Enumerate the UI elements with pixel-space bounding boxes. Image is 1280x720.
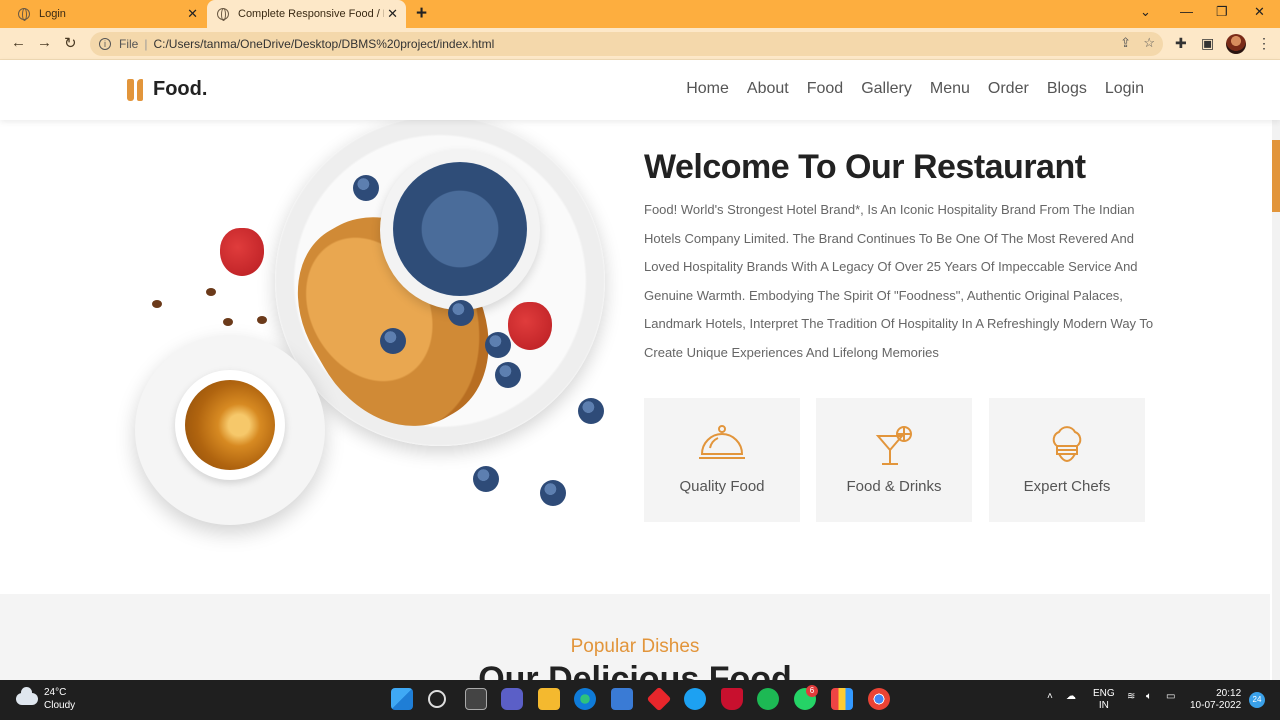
tab-search-icon[interactable]: ⌄: [1140, 4, 1151, 20]
lang-code: ENG: [1093, 688, 1115, 699]
language-indicator[interactable]: ENG IN: [1093, 688, 1115, 712]
weather-desc: Cloudy: [44, 700, 76, 711]
nav-menu[interactable]: Menu: [930, 80, 970, 98]
onedrive-icon[interactable]: ☁: [1066, 691, 1076, 702]
share-icon[interactable]: ⇪: [1120, 35, 1131, 51]
search-icon[interactable]: [428, 690, 446, 708]
spotify-icon[interactable]: [757, 688, 779, 710]
info-icon[interactable]: i: [99, 38, 111, 50]
weather-temp: 24°C: [44, 687, 67, 698]
window-close-button[interactable]: ✕: [1254, 4, 1265, 20]
feature-expert-chefs[interactable]: Expert Chefs: [989, 398, 1145, 522]
windows-start-icon[interactable]: [391, 688, 413, 710]
weather-widget[interactable]: 24°C Cloudy: [16, 686, 75, 712]
date: 10-07-2022: [1190, 700, 1242, 711]
minimize-button[interactable]: —: [1180, 4, 1193, 19]
close-icon[interactable]: ✕: [387, 6, 398, 22]
close-icon[interactable]: ✕: [187, 6, 198, 22]
nav-about[interactable]: About: [747, 80, 789, 98]
scheme-label: File: [119, 37, 139, 51]
feature-quality-food[interactable]: Quality Food: [644, 398, 800, 522]
site-header: Food. Home About Food Gallery Menu Order…: [0, 60, 1280, 120]
time: 20:12: [1216, 688, 1242, 699]
chrome-icon[interactable]: [868, 688, 890, 710]
tab-title: Login: [39, 8, 66, 20]
extensions-icon[interactable]: ✚: [1175, 35, 1187, 52]
section-subtitle: Popular Dishes: [570, 636, 700, 657]
app-icon[interactable]: [684, 688, 706, 710]
address-bar[interactable]: i File | C:/Users/tanma/OneDrive/Desktop…: [90, 32, 1163, 56]
volume-icon[interactable]: 🔈︎: [1146, 691, 1152, 702]
globe-icon: [18, 8, 30, 21]
winrar-icon[interactable]: [831, 688, 853, 710]
site-logo[interactable]: Food.: [127, 78, 207, 101]
tab-title: Complete Responsive Food / Res: [238, 8, 384, 20]
divider: |: [144, 37, 148, 51]
feature-label: Expert Chefs: [1023, 478, 1111, 495]
store-icon[interactable]: [611, 688, 633, 710]
popular-dishes-section: Popular Dishes Our Delicious Food: [0, 594, 1270, 680]
url-text[interactable]: C:/Users/tanma/OneDrive/Desktop/DBMS%20p…: [153, 37, 494, 51]
browser-toolbar: ← → ↻ i File | C:/Users/tanma/OneDrive/D…: [0, 28, 1280, 60]
utensils-icon: [127, 78, 145, 101]
side-panel-icon[interactable]: ▣: [1201, 35, 1214, 52]
scrollbar-thumb[interactable]: [1272, 140, 1280, 212]
file-explorer-icon[interactable]: [538, 688, 560, 710]
notification-badge[interactable]: 24: [1249, 692, 1265, 708]
teams-chat-icon[interactable]: [501, 688, 523, 710]
chevron-up-icon[interactable]: ˄: [1047, 691, 1053, 702]
nav-food[interactable]: Food: [807, 80, 843, 98]
forward-button[interactable]: →: [37, 34, 52, 51]
anydesk-icon[interactable]: [646, 686, 672, 712]
whatsapp-badge: 6: [806, 685, 818, 697]
feature-label: Quality Food: [679, 478, 765, 495]
feature-food-drinks[interactable]: Food & Drinks: [816, 398, 972, 522]
task-view-icon[interactable]: [465, 688, 487, 710]
wifi-icon[interactable]: ≋: [1127, 691, 1135, 702]
about-text: Food! World's Strongest Hotel Brand*, Is…: [644, 202, 1154, 360]
tab-login[interactable]: Login ✕: [8, 0, 206, 28]
page-content: Welcome To Our Restaurant Food! World's …: [0, 120, 1270, 680]
tab-active-food[interactable]: Complete Responsive Food / Res ✕: [207, 0, 406, 28]
main-nav: Home About Food Gallery Menu Order Blogs…: [686, 80, 1144, 98]
section-title: Our Delicious Food: [478, 660, 792, 680]
battery-icon[interactable]: ▭: [1166, 691, 1175, 702]
nav-gallery[interactable]: Gallery: [861, 80, 912, 98]
menu-kebab-icon[interactable]: ⋮: [1257, 35, 1271, 52]
nav-login[interactable]: Login: [1105, 80, 1144, 98]
nav-order[interactable]: Order: [988, 80, 1029, 98]
new-tab-button[interactable]: +: [416, 3, 427, 25]
nav-home[interactable]: Home: [686, 80, 729, 98]
nav-blogs[interactable]: Blogs: [1047, 80, 1087, 98]
about-title: Welcome To Our Restaurant: [644, 148, 1086, 186]
bookmark-star-icon[interactable]: ☆: [1143, 35, 1155, 51]
edge-browser-icon[interactable]: [574, 688, 596, 710]
browser-tab-bar: Login ✕ Complete Responsive Food / Res ✕…: [0, 0, 1280, 28]
chef-hat-icon: [1047, 424, 1087, 473]
back-button[interactable]: ←: [11, 34, 26, 51]
cloche-icon: [698, 424, 746, 469]
region-code: IN: [1098, 700, 1109, 711]
feature-label: Food & Drinks: [846, 478, 942, 495]
reload-button[interactable]: ↻: [64, 34, 77, 52]
clock[interactable]: 20:12 10-07-2022: [1190, 688, 1241, 712]
breakfast-image: [130, 120, 620, 560]
windows-taskbar: 24°C Cloudy 6 ˄ ☁ ENG IN ≋ 🔈︎ ▭ 20:12 10…: [0, 680, 1280, 720]
logo-text: Food.: [153, 78, 208, 100]
cloud-icon: [16, 687, 38, 705]
mcafee-icon[interactable]: [721, 688, 743, 710]
cocktail-icon: [872, 424, 916, 473]
profile-avatar[interactable]: [1226, 34, 1246, 54]
maximize-button[interactable]: ❐: [1216, 4, 1228, 20]
globe-icon: [217, 8, 229, 21]
